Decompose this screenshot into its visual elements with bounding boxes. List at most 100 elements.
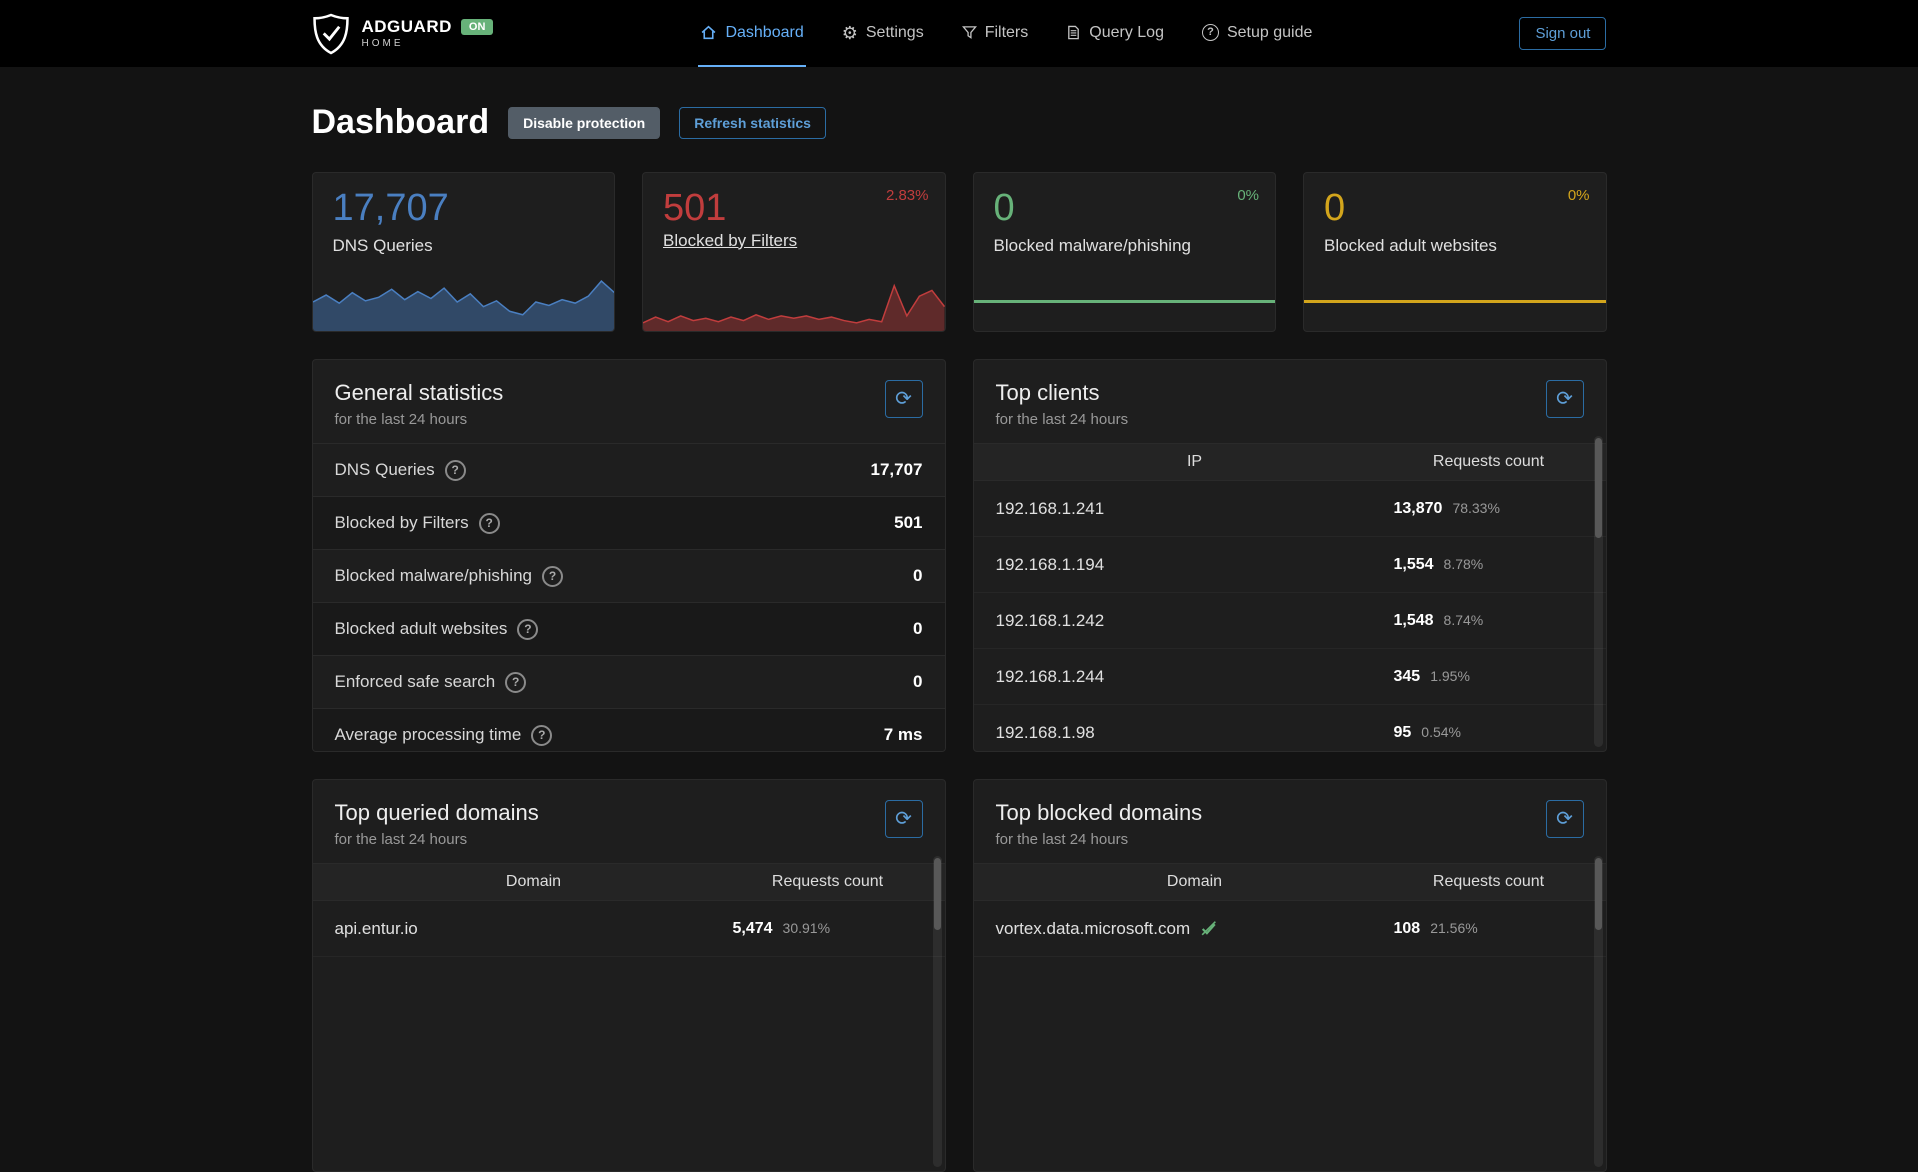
table-row: vortex.data.microsoft.com 108 21.56% [974,901,1606,957]
blocked-adult-label: Blocked adult websites [1324,236,1586,256]
general-statistics-table: DNS Queries ? 17,707 Blocked by Filters … [313,443,945,752]
scrollbar-thumb[interactable] [934,858,941,930]
stat-label: Enforced safe search [335,672,496,692]
help-icon[interactable]: ? [479,513,500,534]
stat-label: Blocked malware/phishing [335,566,533,586]
general-statistics-subtitle: for the last 24 hours [335,411,504,428]
request-count: 95 [1394,724,1412,742]
top-clients-scrollbar[interactable] [1594,436,1603,747]
top-blocked-domains-panel: Top blocked domains for the last 24 hour… [973,779,1607,1172]
nav-dashboard[interactable]: Dashboard [698,0,805,67]
column-header-requests: Requests count [1394,453,1584,471]
scrollbar-thumb[interactable] [1595,858,1602,930]
help-icon[interactable]: ? [542,566,563,587]
sign-out-button[interactable]: Sign out [1519,17,1606,50]
table-row: 192.168.1.241 13,870 78.33% [974,481,1606,537]
scrollbar-thumb[interactable] [1595,438,1602,538]
nav-settings[interactable]: ⚙ Settings [840,0,926,67]
request-count: 1,548 [1394,612,1434,630]
stat-label: Average processing time [335,725,522,745]
request-count: 5,474 [733,920,773,938]
refresh-icon: ⟳ [895,389,912,409]
client-ip: 192.168.1.98 [996,723,1394,743]
column-header-ip: IP [996,453,1394,471]
nav-query-log-label: Query Log [1089,24,1164,42]
stat-card-dns-queries: 17,707 DNS Queries [312,172,616,332]
request-percent: 78.33% [1452,500,1499,516]
stat-label: Blocked adult websites [335,619,508,639]
top-clients-subtitle: for the last 24 hours [996,411,1129,428]
blocked-filters-sparkline-chart [643,273,945,331]
blocked-by-filters-link[interactable]: Blocked by Filters [663,231,797,250]
top-queried-domains-panel: Top queried domains for the last 24 hour… [312,779,946,1172]
stats-row-processing-time: Average processing time ? 7 ms [313,708,945,752]
help-circle-icon: ? [1202,24,1219,41]
dns-queries-sparkline-chart [313,273,615,331]
top-clients-table-header: IP Requests count [974,443,1606,481]
stats-row-blocked-filters: Blocked by Filters ? 501 [313,496,945,549]
request-percent: 8.78% [1444,556,1484,572]
nav-query-log[interactable]: Query Log [1064,0,1166,67]
help-icon[interactable]: ? [517,619,538,640]
top-queried-refresh-button[interactable]: ⟳ [885,800,923,838]
top-queried-scrollbar[interactable] [933,856,942,1167]
disable-protection-button[interactable]: Disable protection [508,107,660,139]
table-row: 192.168.1.244 345 1.95% [974,649,1606,705]
refresh-icon: ⟳ [1556,809,1573,829]
stat-value: 17,707 [871,460,923,480]
stats-row-dns-queries: DNS Queries ? 17,707 [313,443,945,496]
stat-value: 0 [913,672,922,692]
table-row: 192.168.1.194 1,554 8.78% [974,537,1606,593]
top-clients-title: Top clients [996,380,1129,406]
table-row: 192.168.1.98 95 0.54% [974,705,1606,752]
gear-icon: ⚙ [842,24,858,42]
top-blocked-scrollbar[interactable] [1594,856,1603,1167]
page-title: Dashboard [312,103,490,142]
column-header-domain: Domain [335,873,733,891]
client-ip: 192.168.1.242 [996,611,1394,631]
request-count: 345 [1394,668,1421,686]
stats-row-blocked-adult: Blocked adult websites ? 0 [313,602,945,655]
nav-setup-guide[interactable]: ? Setup guide [1200,0,1314,67]
top-blocked-domains-title: Top blocked domains [996,800,1203,826]
dashboard-page: Dashboard Disable protection Refresh sta… [312,103,1607,1172]
domain-name: api.entur.io [335,919,733,939]
dns-queries-count: 17,707 [333,187,595,231]
refresh-icon: ⟳ [1556,389,1573,409]
request-count: 108 [1394,920,1421,938]
help-icon[interactable]: ? [505,672,526,693]
stat-cards-row: 17,707 DNS Queries 2.83% 501 Blocked by … [312,172,1607,332]
blocked-malware-percent: 0% [1237,187,1259,204]
refresh-statistics-button[interactable]: Refresh statistics [679,107,826,139]
general-statistics-panel: General statistics for the last 24 hours… [312,359,946,752]
nav-setup-guide-label: Setup guide [1227,24,1312,42]
column-header-requests: Requests count [733,873,923,891]
stat-value: 501 [894,513,922,533]
funnel-icon [962,25,977,40]
adguard-home-brand[interactable]: ADGUARD ON HOME [312,0,494,67]
stat-label: Blocked by Filters [335,513,469,533]
general-statistics-refresh-button[interactable]: ⟳ [885,380,923,418]
top-blocked-domains-subtitle: for the last 24 hours [996,831,1203,848]
nav-filters-label: Filters [985,24,1029,42]
stat-value: 7 ms [884,725,923,745]
top-queried-domains-subtitle: for the last 24 hours [335,831,539,848]
request-percent: 8.74% [1444,612,1484,628]
blocked-adult-flatline-chart [1304,300,1606,303]
brand-subtitle: HOME [362,38,494,49]
top-blocked-refresh-button[interactable]: ⟳ [1546,800,1584,838]
request-percent: 30.91% [783,920,830,936]
top-clients-refresh-button[interactable]: ⟳ [1546,380,1584,418]
stat-value: 0 [913,619,922,639]
client-ip: 192.168.1.194 [996,555,1394,575]
help-icon[interactable]: ? [531,725,552,746]
top-clients-panel: Top clients for the last 24 hours ⟳ IP R… [973,359,1607,752]
nav-filters[interactable]: Filters [960,0,1031,67]
client-ip: 192.168.1.244 [996,667,1394,687]
document-icon [1066,24,1081,41]
request-percent: 21.56% [1430,920,1477,936]
help-icon[interactable]: ? [445,460,466,481]
blocked-filters-percent: 2.83% [886,187,929,204]
stat-card-blocked-by-filters: 2.83% 501 Blocked by Filters [642,172,946,332]
home-icon [700,24,717,41]
